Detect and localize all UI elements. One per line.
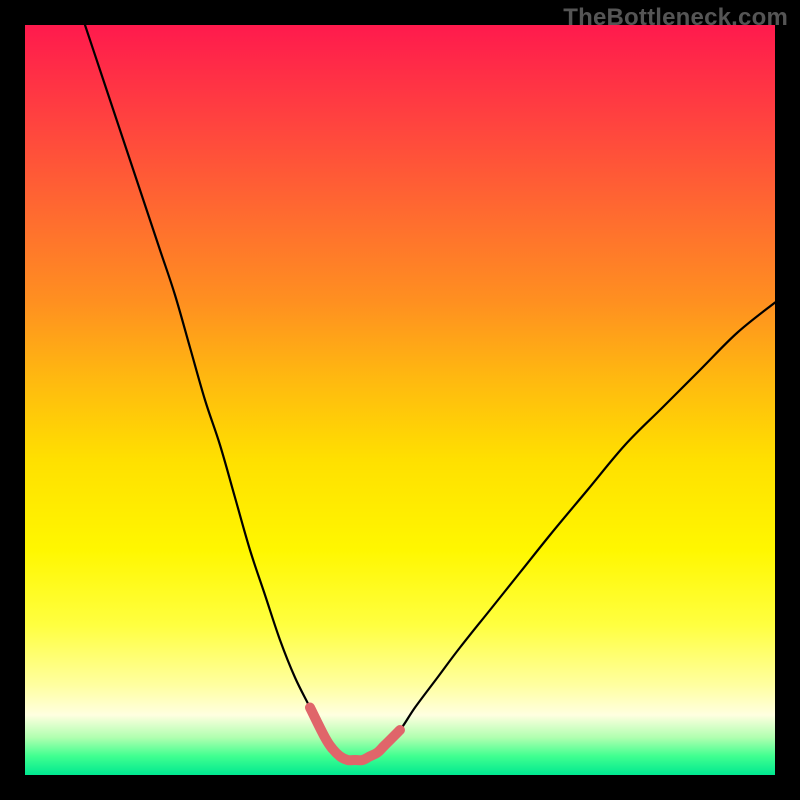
bottleneck-curve-path xyxy=(85,25,775,760)
plot-area xyxy=(25,25,775,775)
curve-layer xyxy=(25,25,775,775)
chart-frame: TheBottleneck.com xyxy=(0,0,800,800)
optimal-range-highlight xyxy=(310,708,400,761)
